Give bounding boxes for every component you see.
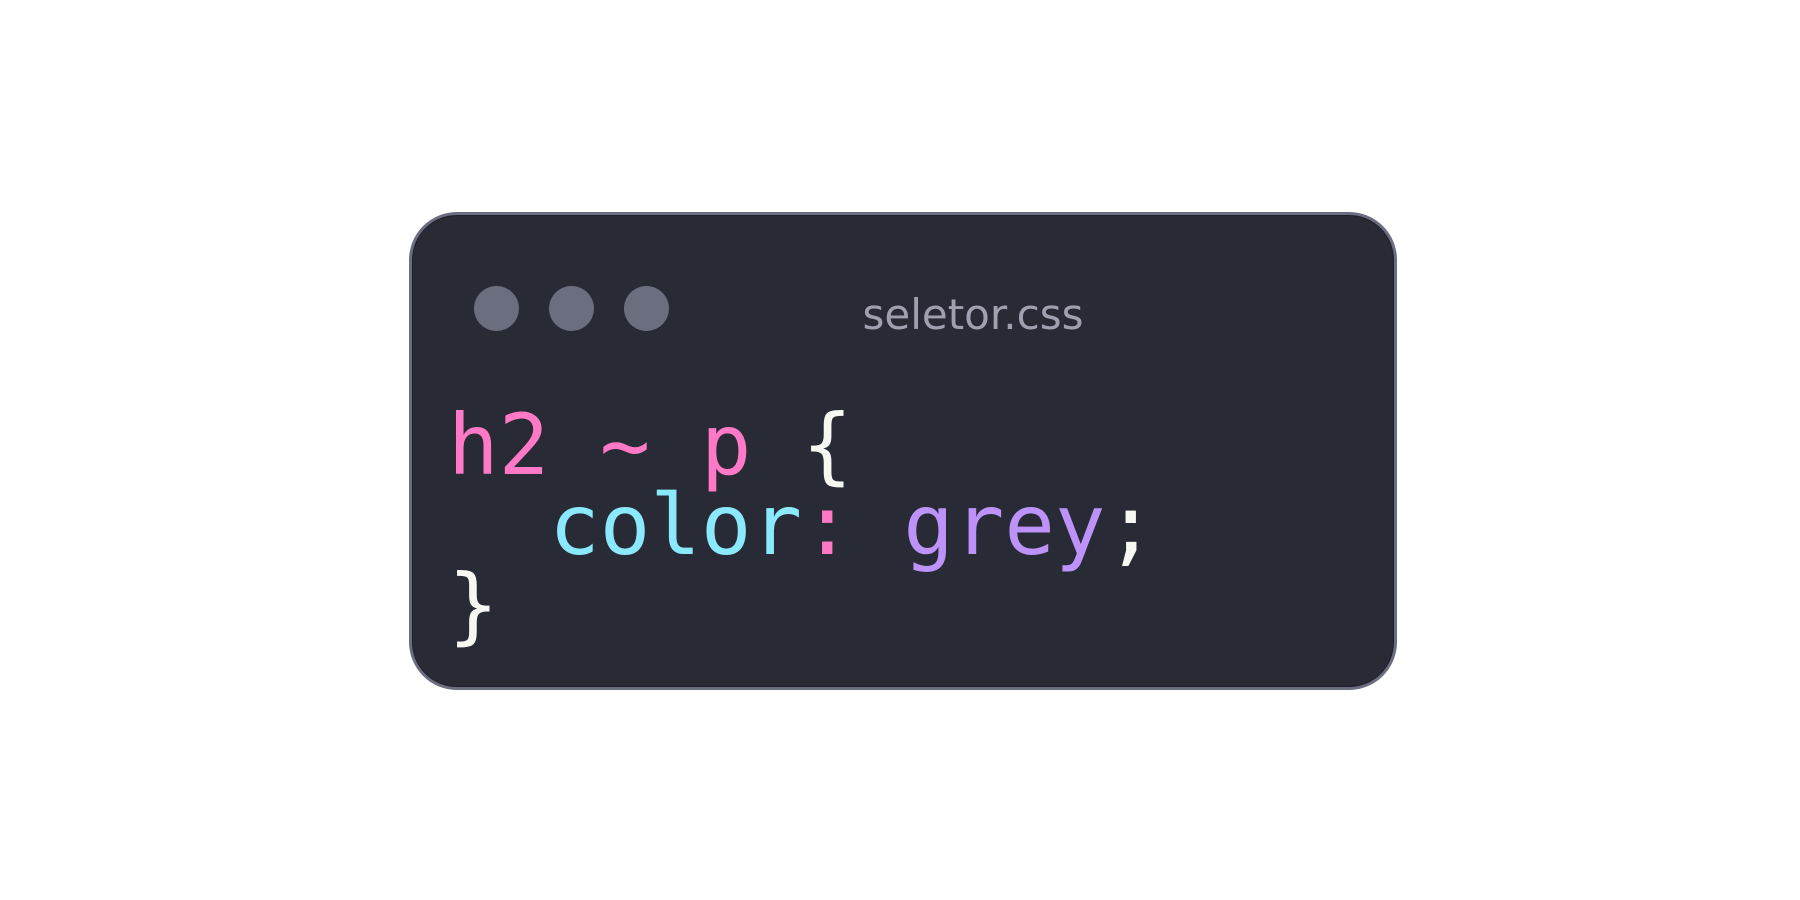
file-name: seletor.css (862, 290, 1084, 339)
code-line: color: grey; (448, 483, 1156, 567)
code-token: } (448, 556, 499, 654)
code-token: ; (1105, 476, 1157, 574)
code-token: color (549, 476, 803, 574)
code-token: : (802, 476, 853, 574)
code-line: h2 ~ p { (448, 403, 1156, 487)
code-token: grey (903, 476, 1106, 574)
stage: seletor.css h2 ~ p { color: grey;} (0, 0, 1800, 900)
code-window: seletor.css h2 ~ p { color: grey;} (409, 212, 1397, 690)
code-line: } (448, 563, 1156, 647)
code-block: h2 ~ p { color: grey;} (448, 403, 1156, 647)
